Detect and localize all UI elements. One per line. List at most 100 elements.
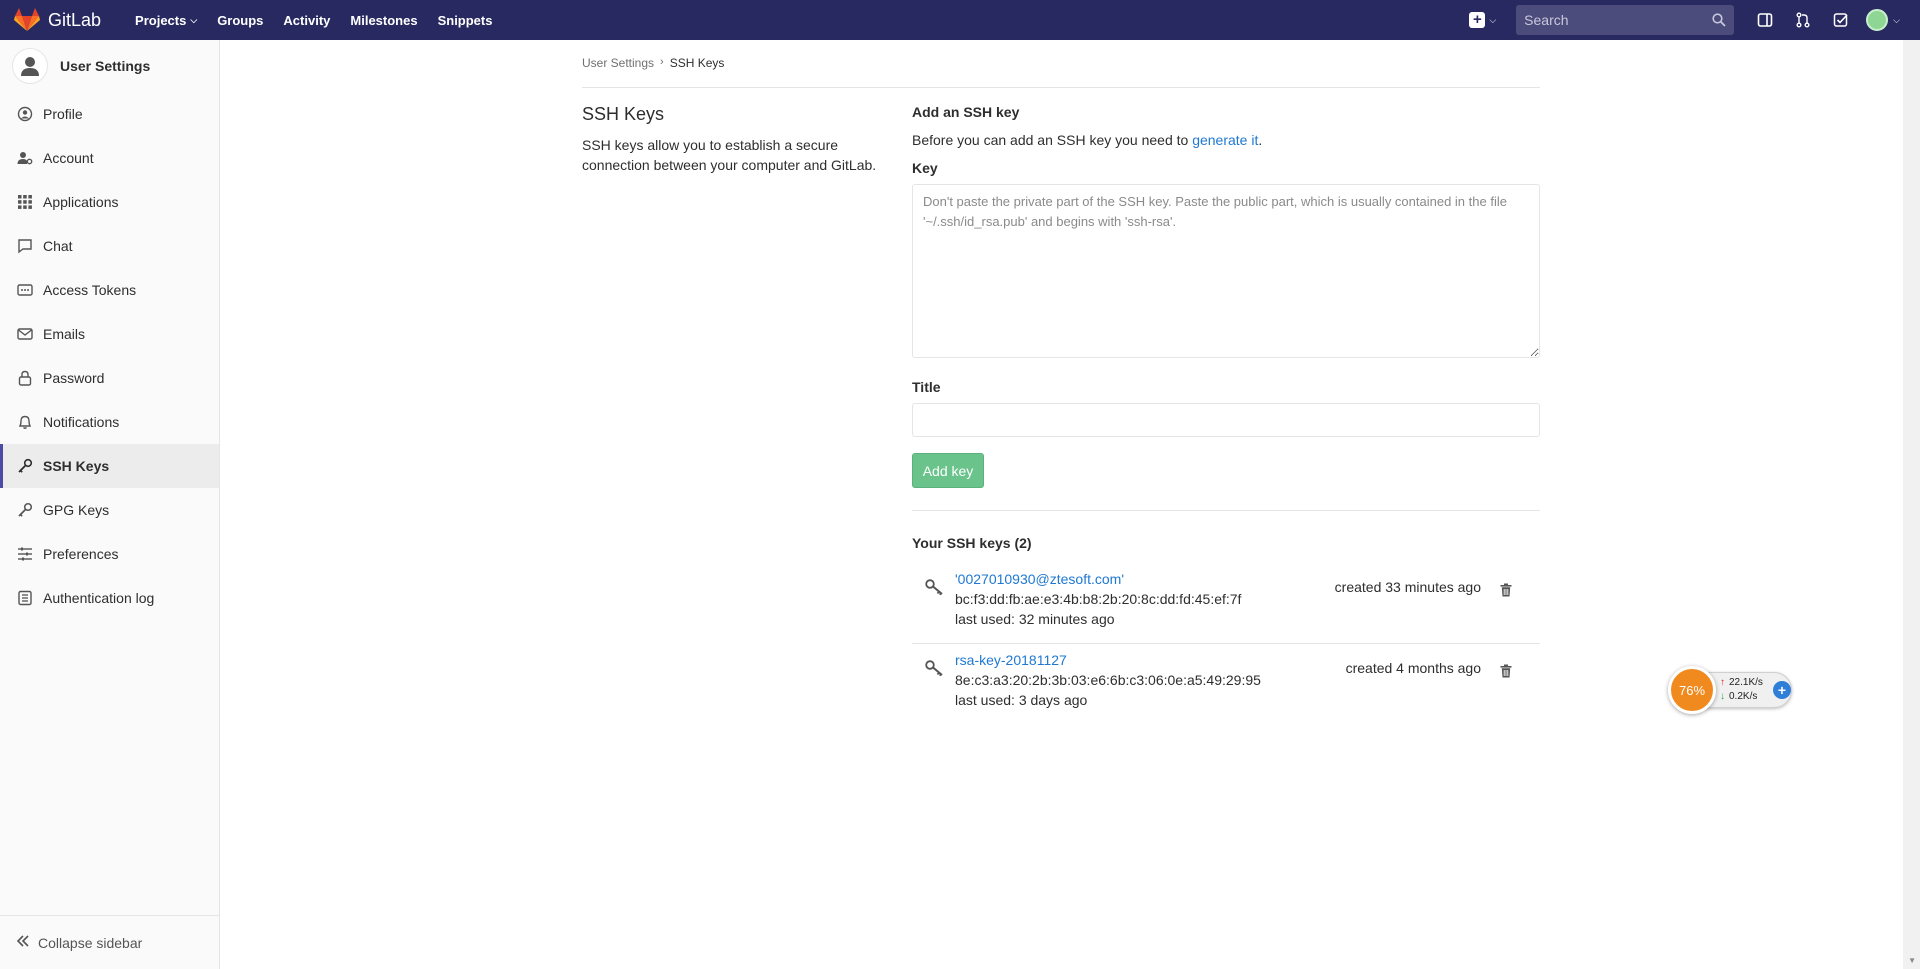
sidebar-item-password[interactable]: Password bbox=[0, 356, 219, 400]
sidebar-item-label: Chat bbox=[43, 238, 73, 254]
arrow-down-icon: ↓ bbox=[1720, 691, 1725, 702]
trash-icon bbox=[1500, 664, 1512, 678]
nav-projects-label: Projects bbox=[135, 12, 187, 28]
sidebar-item-preferences[interactable]: Preferences bbox=[0, 532, 219, 576]
sidebar-item-label: Emails bbox=[43, 326, 86, 342]
breadcrumb-current[interactable]: SSH Keys bbox=[670, 56, 725, 70]
account-icon bbox=[16, 149, 34, 167]
chevron-down-icon: ⌵ bbox=[1489, 14, 1497, 25]
applications-icon bbox=[16, 193, 34, 211]
breadcrumb: User Settings › SSH Keys bbox=[582, 56, 1540, 88]
sidebar-toggle-icon[interactable] bbox=[1746, 0, 1784, 40]
sidebar-item-label: Profile bbox=[43, 106, 83, 122]
double-chevron-left-icon bbox=[16, 934, 30, 951]
plus-icon: + bbox=[1469, 12, 1486, 28]
ssh-key-title-link[interactable]: rsa-key-20181127 bbox=[955, 650, 1261, 670]
delete-key-button[interactable] bbox=[1498, 662, 1514, 680]
log-icon bbox=[16, 589, 34, 607]
breadcrumb-parent[interactable]: User Settings bbox=[582, 56, 654, 70]
brand-logo[interactable]: GitLab bbox=[14, 0, 101, 40]
nav-snippets[interactable]: Snippets bbox=[438, 13, 493, 28]
page-scrollbar[interactable]: ▼ bbox=[1903, 40, 1920, 969]
add-key-intro-text: Before you can add an SSH key you need t… bbox=[912, 132, 1193, 148]
user-avatar-icon bbox=[12, 48, 48, 84]
chat-icon bbox=[16, 237, 34, 255]
add-key-button[interactable]: Add key bbox=[912, 453, 984, 488]
sidebar-item-ssh-keys[interactable]: SSH Keys bbox=[0, 444, 219, 488]
gitlab-logo-icon bbox=[14, 8, 40, 31]
lock-icon bbox=[16, 369, 34, 387]
avatar bbox=[1866, 9, 1889, 31]
nav-projects[interactable]: Projects ⌵ bbox=[135, 13, 197, 28]
brand-name: GitLab bbox=[48, 9, 102, 30]
delete-key-button[interactable] bbox=[1498, 581, 1514, 599]
generate-it-link[interactable]: generate it bbox=[1192, 132, 1258, 148]
key-textarea[interactable] bbox=[912, 184, 1540, 358]
chevron-right-icon: › bbox=[660, 56, 664, 68]
widget-download: ↓ 0.2K/s bbox=[1720, 691, 1757, 702]
sidebar-item-label: Notifications bbox=[43, 414, 120, 430]
ssh-intro: SSH Keys SSH keys allow you to establish… bbox=[582, 104, 882, 175]
ssh-key-last-used: last used: 3 days ago bbox=[955, 692, 1088, 708]
user-menu[interactable]: ⌵ bbox=[1866, 9, 1900, 31]
sidebar-item-label: Account bbox=[43, 150, 94, 166]
ssh-key-title-link[interactable]: '0027010930@ztesoft.com' bbox=[955, 569, 1241, 589]
nav-milestones[interactable]: Milestones bbox=[350, 13, 417, 28]
nav-activity[interactable]: Activity bbox=[283, 13, 330, 28]
top-navbar: GitLab Projects ⌵ Groups Activity Milest… bbox=[0, 0, 1920, 40]
ssh-key-fingerprint: 8e:c3:a3:20:2b:3b:03:e6:6b:c3:06:0e:a5:4… bbox=[955, 672, 1261, 688]
ssh-key-created: created 4 months ago bbox=[1345, 660, 1481, 676]
collapse-sidebar-label: Collapse sidebar bbox=[38, 934, 143, 951]
add-key-heading: Add an SSH key bbox=[912, 104, 1020, 120]
sidebar-item-gpg-keys[interactable]: GPG Keys bbox=[0, 488, 219, 532]
widget-download-value: 0.2K/s bbox=[1729, 691, 1758, 702]
sidebar-item-authentication-log[interactable]: Authentication log bbox=[0, 576, 219, 620]
sidebar-item-account[interactable]: Account bbox=[0, 136, 219, 180]
key-icon bbox=[925, 579, 943, 596]
widget-plus-icon[interactable]: + bbox=[1773, 681, 1791, 699]
collapse-sidebar-button[interactable]: Collapse sidebar bbox=[0, 915, 219, 969]
sliders-icon bbox=[16, 545, 34, 563]
sidebar-item-label: Authentication log bbox=[43, 590, 155, 606]
sidebar-item-label: SSH Keys bbox=[43, 458, 110, 474]
sidebar-header[interactable]: User Settings bbox=[0, 40, 219, 92]
network-speed-widget[interactable]: 76% ↑ 22.1K/s ↓ 0.2K/s + bbox=[1668, 666, 1794, 714]
key-label: Key bbox=[912, 160, 938, 176]
your-keys-heading: Your SSH keys (2) bbox=[912, 535, 1032, 551]
todo-icon[interactable] bbox=[1822, 0, 1860, 40]
sidebar-item-applications[interactable]: Applications bbox=[0, 180, 219, 224]
search-input[interactable] bbox=[1524, 12, 1713, 28]
sidebar-item-access-tokens[interactable]: Access Tokens bbox=[0, 268, 219, 312]
widget-upload: ↑ 22.1K/s bbox=[1720, 677, 1763, 688]
sidebar-item-label: GPG Keys bbox=[43, 502, 110, 518]
widget-upload-value: 22.1K/s bbox=[1729, 677, 1763, 688]
key-icon bbox=[925, 660, 943, 677]
widget-percent: 76% bbox=[1668, 666, 1716, 714]
nav-groups[interactable]: Groups bbox=[217, 13, 263, 28]
sidebar-item-emails[interactable]: Emails bbox=[0, 312, 219, 356]
title-label: Title bbox=[912, 379, 941, 395]
sidebar-title: User Settings bbox=[60, 58, 151, 74]
title-input[interactable] bbox=[912, 403, 1540, 437]
ssh-key-last-used: last used: 32 minutes ago bbox=[955, 611, 1115, 627]
divider bbox=[912, 510, 1540, 511]
sidebar-item-notifications[interactable]: Notifications bbox=[0, 400, 219, 444]
trash-icon bbox=[1500, 583, 1512, 597]
token-icon bbox=[16, 281, 34, 299]
key-icon bbox=[16, 457, 34, 475]
sidebar-item-profile[interactable]: Profile bbox=[0, 92, 219, 136]
ssh-key-panel: Add an SSH key Before you can add an SSH… bbox=[912, 104, 1540, 725]
new-dropdown-button[interactable]: + ⌵ bbox=[1469, 12, 1496, 28]
arrow-up-icon: ↑ bbox=[1720, 677, 1725, 688]
sidebar-item-chat[interactable]: Chat bbox=[0, 224, 219, 268]
add-key-intro: Before you can add an SSH key you need t… bbox=[912, 132, 1540, 148]
page-title: SSH Keys bbox=[582, 104, 665, 124]
add-key-intro-suffix: . bbox=[1258, 132, 1263, 148]
sidebar-item-label: Applications bbox=[43, 194, 119, 210]
mail-icon bbox=[16, 325, 34, 343]
sidebar-item-label: Password bbox=[43, 370, 105, 386]
scroll-down-arrow-icon[interactable]: ▼ bbox=[1908, 956, 1916, 965]
search-box[interactable] bbox=[1516, 5, 1735, 35]
merge-request-icon[interactable] bbox=[1784, 0, 1822, 40]
ssh-keys-list: '0027010930@ztesoft.com' bc:f3:dd:fb:ae:… bbox=[912, 563, 1540, 725]
